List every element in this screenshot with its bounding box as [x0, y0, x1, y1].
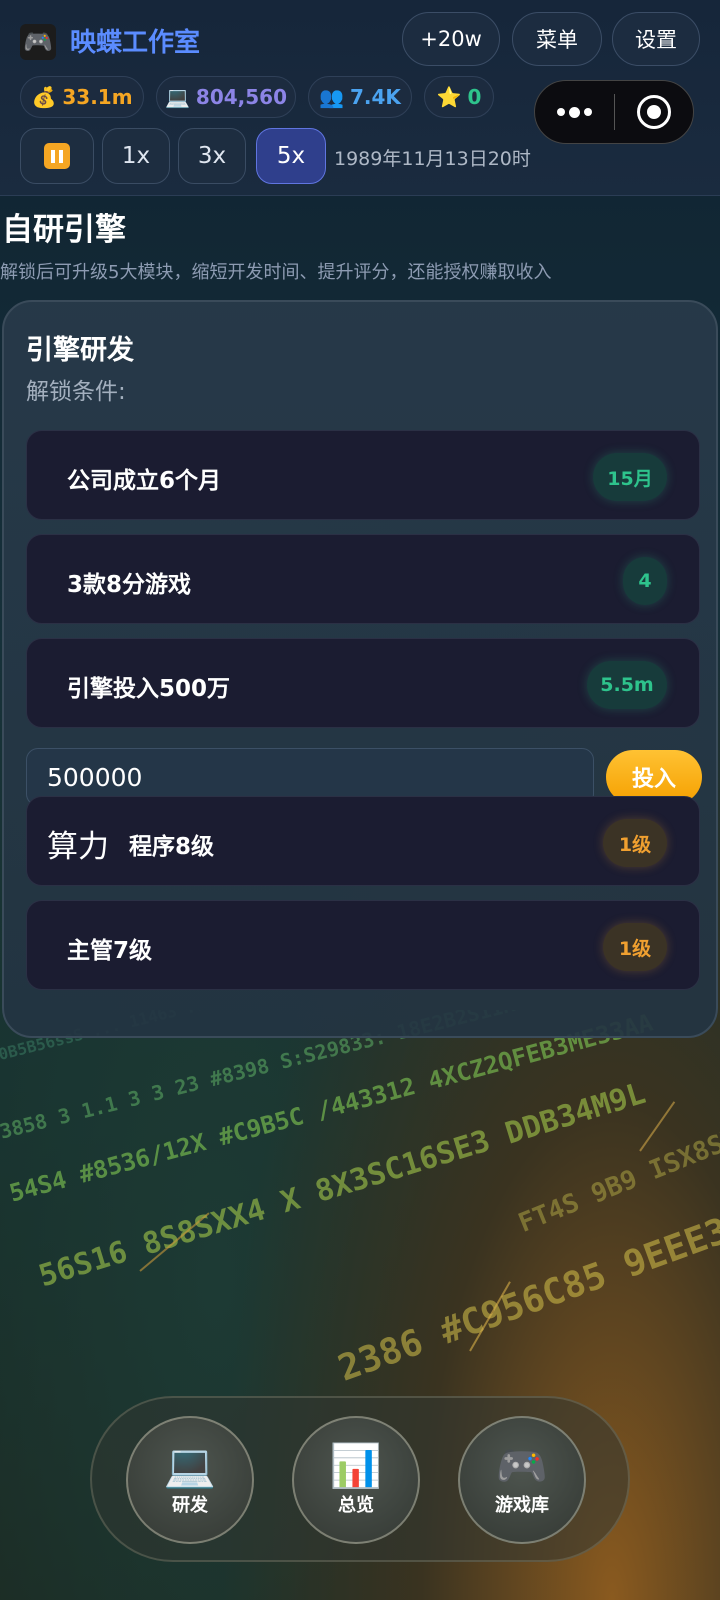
speed-1x-button[interactable]: 1x — [102, 128, 170, 184]
bottom-nav: 💻 研发 📊 总览 🎮 游戏库 — [90, 1396, 630, 1562]
studio-name: 映蝶工作室 — [70, 28, 201, 58]
requirement-label: 程序8级 — [129, 834, 215, 860]
game-date: 1989年11月13日20时 — [334, 148, 531, 170]
pause-icon — [44, 143, 70, 169]
engine-research-panel: 引擎研发 解锁条件: 公司成立6个月 15月 3款8分游戏 4 引擎投入500万… — [2, 300, 718, 1038]
condition-row: 3款8分游戏 4 — [26, 534, 700, 624]
requirement-row: 主管7级 1级 — [26, 900, 700, 990]
condition-label: 引擎投入500万 — [67, 676, 231, 702]
more-dots-icon[interactable] — [535, 106, 614, 118]
speed-3x-button[interactable]: 3x — [178, 128, 246, 184]
laptop-icon: 💻 — [165, 85, 190, 109]
stars-value: 0 — [467, 85, 482, 109]
nav-label: 总览 — [338, 1495, 374, 1516]
gamepad-icon: 🎮 — [495, 1441, 549, 1490]
nav-research[interactable]: 💻 研发 — [126, 1416, 254, 1544]
compute-stat: 💻 804,560 — [156, 76, 296, 118]
page-title: 自研引擎 — [2, 212, 126, 248]
condition-badge: 4 — [623, 557, 667, 605]
page-description: 解锁后可升级5大模块，缩短开发时间、提升评分，还能授权赚取收入 — [0, 262, 552, 283]
nav-game-library[interactable]: 🎮 游戏库 — [458, 1416, 586, 1544]
settings-button[interactable]: 设置 — [612, 12, 700, 66]
level-badge: 1级 — [603, 923, 667, 971]
speed-5x-button[interactable]: 5x — [256, 128, 326, 184]
condition-badge: 5.5m — [587, 661, 667, 709]
nav-label: 游戏库 — [495, 1495, 549, 1516]
gamepad-icon: 🎮 — [20, 24, 56, 60]
nav-overview[interactable]: 📊 总览 — [292, 1416, 420, 1544]
people-icon: 👥 — [319, 85, 344, 109]
close-target-icon[interactable] — [615, 95, 694, 129]
nav-label: 研发 — [172, 1495, 208, 1516]
requirement-row: 算力 程序8级 1级 — [26, 796, 700, 886]
stars-stat: ⭐ 0 — [424, 76, 494, 118]
panel-title: 引擎研发 — [26, 335, 134, 366]
condition-row: 引擎投入500万 5.5m — [26, 638, 700, 728]
top-header: 🎮 映蝶工作室 +20w 菜单 设置 💰 33.1m 💻 804,560 👥 7… — [0, 0, 720, 196]
laptop-icon: 💻 — [163, 1441, 217, 1490]
money-value: 33.1m — [62, 85, 133, 109]
fans-value: 7.4K — [349, 85, 401, 109]
money-bag-icon: 💰 — [31, 85, 57, 109]
requirement-prefix: 算力 — [47, 829, 109, 865]
star-icon: ⭐ — [436, 85, 462, 109]
money-stat: 💰 33.1m — [20, 76, 144, 118]
requirement-label: 主管7级 — [67, 938, 153, 964]
condition-label: 公司成立6个月 — [67, 468, 222, 494]
menu-button[interactable]: 菜单 — [512, 12, 602, 66]
compute-value: 804,560 — [195, 85, 287, 109]
unlock-conditions-label: 解锁条件: — [26, 379, 126, 405]
condition-row: 公司成立6个月 15月 — [26, 430, 700, 520]
condition-label: 3款8分游戏 — [67, 572, 192, 598]
level-badge: 1级 — [603, 819, 667, 867]
condition-badge: 15月 — [593, 453, 667, 501]
mini-program-capsule — [534, 80, 694, 144]
bar-chart-icon: 📊 — [329, 1441, 383, 1490]
pause-button[interactable] — [20, 128, 94, 184]
fans-stat: 👥 7.4K — [308, 76, 412, 118]
bonus-button[interactable]: +20w — [402, 12, 500, 66]
